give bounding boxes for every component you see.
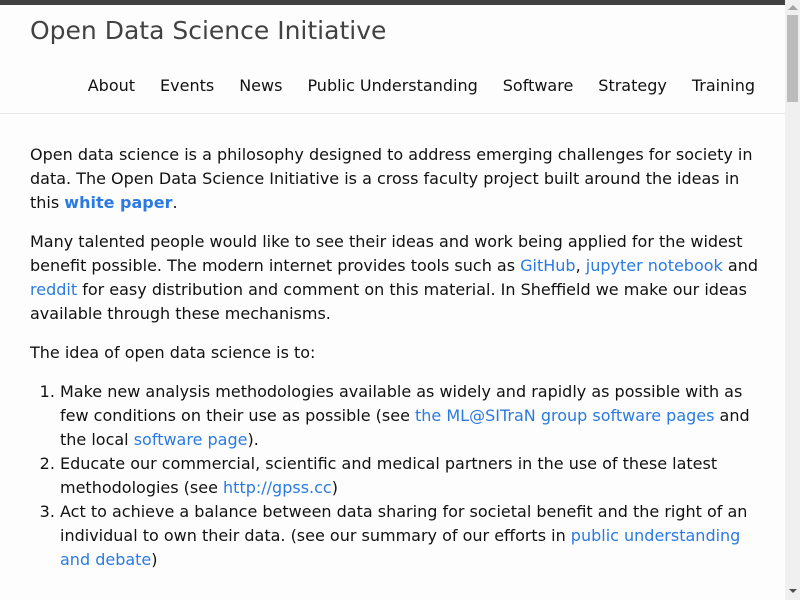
- nav-software[interactable]: Software: [503, 76, 574, 95]
- tools-paragraph: Many talented people would like to see t…: [30, 232, 758, 323]
- scroll-up-arrow-icon[interactable]: [788, 5, 798, 10]
- gpss-link[interactable]: http://gpss.cc: [223, 478, 332, 497]
- nav-news[interactable]: News: [239, 76, 282, 95]
- list-item: Make new analysis methodologies availabl…: [60, 380, 760, 452]
- vertical-scrollbar[interactable]: [785, 0, 800, 600]
- jupyter-notebook-link[interactable]: jupyter notebook: [586, 256, 723, 275]
- scroll-down-arrow-icon[interactable]: [789, 589, 797, 593]
- reddit-link[interactable]: reddit: [30, 280, 77, 299]
- intro-paragraph: Open data science is a philosophy design…: [30, 145, 753, 212]
- nav-public-understanding[interactable]: Public Understanding: [307, 76, 477, 95]
- page-viewport: Open Data Science Initiative About Event…: [0, 0, 785, 600]
- site-header: Open Data Science Initiative About Event…: [0, 5, 785, 114]
- github-link[interactable]: GitHub: [520, 256, 575, 275]
- idea-paragraph: The idea of open data science is to:: [30, 343, 316, 362]
- mlsitran-software-link[interactable]: the ML@SITraN group software pages: [415, 406, 714, 425]
- list-item: Act to achieve a balance between data sh…: [60, 500, 760, 572]
- nav-training[interactable]: Training: [692, 76, 755, 95]
- nav-about[interactable]: About: [88, 76, 135, 95]
- nav-strategy[interactable]: Strategy: [598, 76, 667, 95]
- white-paper-link[interactable]: white paper: [64, 193, 172, 212]
- main-content: Open data science is a philosophy design…: [30, 143, 760, 572]
- nav-events[interactable]: Events: [160, 76, 214, 95]
- site-nav: About Events News Public Understanding S…: [63, 76, 755, 95]
- ideas-list: Make new analysis methodologies availabl…: [60, 380, 760, 572]
- site-title[interactable]: Open Data Science Initiative: [30, 16, 386, 45]
- software-page-link[interactable]: software page: [134, 430, 248, 449]
- scrollbar-thumb[interactable]: [787, 15, 798, 102]
- list-item: Educate our commercial, scientific and m…: [60, 452, 760, 500]
